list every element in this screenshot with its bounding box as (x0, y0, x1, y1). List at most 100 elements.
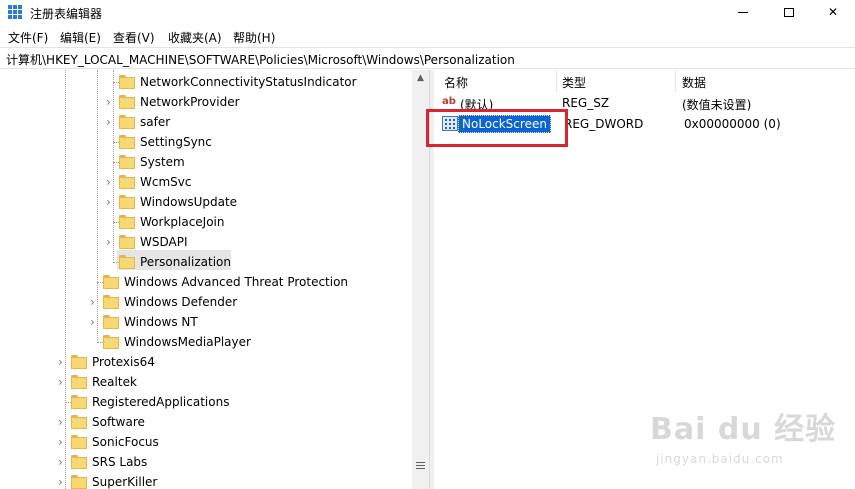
tree-item-label: SettingSync (140, 135, 212, 149)
menu-help[interactable]: 帮助(H) (233, 29, 275, 46)
tree-item[interactable]: › WcmSvc (0, 172, 412, 192)
window-title: 注册表编辑器 (30, 7, 103, 21)
tree-item[interactable]: Windows Advanced Threat Protection (0, 272, 412, 292)
tree-item-label: Protexis64 (92, 355, 155, 369)
baidu-jingyan-watermark: Bai du 经验 jingyan.baidu.com (640, 396, 840, 476)
close-button[interactable]: ✕ (810, 0, 855, 25)
tree-item-label: Windows Defender (124, 295, 238, 309)
column-separator[interactable] (556, 70, 557, 92)
tree-item-label: WcmSvc (140, 175, 192, 189)
tree-item[interactable]: › SuperKiller (0, 472, 412, 489)
menu-file[interactable]: 文件(F) (8, 29, 48, 46)
key-tree-pane[interactable]: NetworkConnectivityStatusIndicator › Net… (0, 70, 412, 489)
expand-chevron-icon[interactable]: › (58, 416, 68, 428)
folder-icon (71, 415, 87, 429)
folder-icon (119, 95, 135, 109)
tree-item-label: Software (92, 415, 145, 429)
watermark-logo: Bai du 经验 (650, 412, 837, 447)
tree-item-label: SRS Labs (92, 455, 148, 469)
minimize-button[interactable] (720, 0, 766, 25)
watermark-url: jingyan.baidu.com (656, 452, 784, 466)
folder-icon (103, 295, 119, 309)
tree-item-label: WorkplaceJoin (140, 215, 225, 229)
tree-item[interactable]: › SonicFocus (0, 432, 412, 452)
value-type: REG_DWORD (564, 117, 644, 131)
tree-item[interactable]: › Realtek (0, 372, 412, 392)
tree-item-label: System (140, 155, 185, 169)
tree-item[interactable]: › WSDAPI (0, 232, 412, 252)
expand-chevron-icon[interactable]: › (58, 376, 68, 388)
expand-chevron-icon[interactable]: › (90, 296, 100, 308)
regedit-app-icon (8, 5, 22, 19)
tree-item[interactable]: WorkplaceJoin (0, 212, 412, 232)
maximize-button[interactable] (766, 0, 812, 25)
registry-editor-window: 注册表编辑器 ✕ 文件(F) 编辑(E) 查看(V) 收藏夹(A) 帮助(H) … (0, 0, 855, 489)
folder-icon (119, 255, 135, 269)
tree-item[interactable]: › Software (0, 412, 412, 432)
tree-item-label: SuperKiller (92, 475, 158, 489)
tree-item[interactable]: WindowsMediaPlayer (0, 332, 412, 352)
expand-chevron-icon[interactable]: › (58, 356, 68, 368)
folder-icon (71, 375, 87, 389)
tree-item[interactable]: NetworkConnectivityStatusIndicator (0, 72, 412, 92)
tree-item-selected[interactable]: Personalization (0, 252, 412, 272)
tree-item-label: Windows Advanced Threat Protection (124, 275, 349, 289)
tree-item[interactable]: › NetworkProvider (0, 92, 412, 112)
column-header-data[interactable]: 数据 (682, 70, 706, 92)
tree-item[interactable]: › safer (0, 112, 412, 132)
menu-favorites[interactable]: 收藏夹(A) (168, 29, 222, 46)
value-data: 0x00000000 (0) (684, 117, 781, 131)
expand-chevron-icon[interactable]: › (90, 316, 100, 328)
menu-view[interactable]: 查看(V) (113, 29, 155, 46)
folder-icon (71, 435, 87, 449)
folder-icon (71, 475, 87, 489)
folder-icon (103, 315, 119, 329)
title-bar: 注册表编辑器 ✕ (0, 0, 855, 25)
expand-chevron-icon[interactable]: › (58, 476, 68, 488)
tree-item[interactable]: › Windows Defender (0, 292, 412, 312)
column-header-type[interactable]: 类型 (562, 70, 586, 92)
tree-item[interactable]: › Windows NT (0, 312, 412, 332)
expand-chevron-icon[interactable]: › (58, 436, 68, 448)
folder-icon (119, 135, 135, 149)
tree-item[interactable]: RegisteredApplications (0, 392, 412, 412)
tree-item[interactable]: › Protexis64 (0, 352, 412, 372)
folder-icon (71, 355, 87, 369)
folder-icon (119, 75, 135, 89)
folder-icon (119, 175, 135, 189)
folder-icon (119, 235, 135, 249)
address-path[interactable]: 计算机\HKEY_LOCAL_MACHINE\SOFTWARE\Policies… (6, 51, 515, 68)
expand-chevron-icon[interactable]: › (106, 196, 116, 208)
close-icon: ✕ (827, 5, 839, 19)
tree-item[interactable]: System (0, 152, 412, 172)
value-data: (数值未设置) (682, 98, 752, 112)
expand-chevron-icon[interactable]: › (106, 116, 116, 128)
string-value-icon: ab (442, 96, 456, 107)
tree-item-label: SonicFocus (92, 435, 159, 449)
menu-bar: 文件(F) 编辑(E) 查看(V) 收藏夹(A) 帮助(H) (0, 25, 855, 47)
tree-item-label: WindowsMediaPlayer (124, 335, 251, 349)
tree-item[interactable]: › SRS Labs (0, 452, 412, 472)
tree-item-label: NetworkProvider (140, 95, 240, 109)
scroll-up-arrow-icon[interactable]: ▲ (412, 70, 429, 87)
address-bar[interactable]: 计算机\HKEY_LOCAL_MACHINE\SOFTWARE\Policies… (0, 47, 855, 69)
expand-chevron-icon[interactable]: › (58, 456, 68, 468)
tree-item-label: WSDAPI (140, 235, 188, 249)
folder-icon (103, 275, 119, 289)
expand-chevron-icon[interactable]: › (106, 236, 116, 248)
minimize-icon (738, 12, 748, 13)
menu-edit[interactable]: 编辑(E) (60, 29, 101, 46)
column-separator[interactable] (675, 70, 676, 92)
tree-item[interactable]: SettingSync (0, 132, 412, 152)
expand-chevron-icon[interactable]: › (106, 176, 116, 188)
column-header-name[interactable]: 名称 (444, 70, 468, 92)
value-type: REG_SZ (562, 96, 610, 110)
tree-item[interactable]: › WindowsUpdate (0, 192, 412, 212)
scroll-thumb-grip[interactable] (416, 462, 425, 471)
red-highlight-box (426, 109, 568, 147)
tree-item-label: RegisteredApplications (92, 395, 230, 409)
maximize-icon (784, 8, 794, 17)
folder-icon (71, 395, 87, 409)
expand-chevron-icon[interactable]: › (106, 96, 116, 108)
tree-item-label: safer (140, 115, 171, 129)
